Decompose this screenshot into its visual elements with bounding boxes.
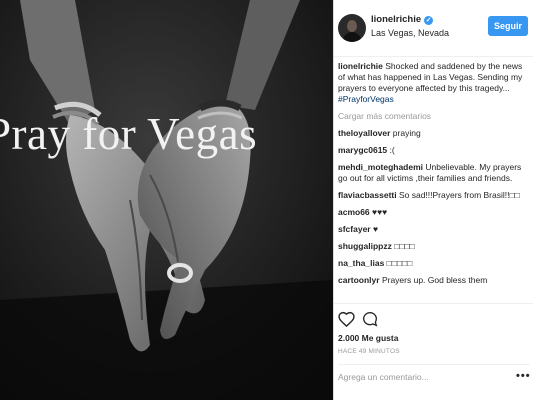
verified-badge-icon: ✓ [424,16,434,25]
username-label[interactable]: lionelrichie [371,14,421,25]
hands-photo-art [0,0,333,400]
comment-text: :( [387,145,395,155]
comments-list[interactable]: lionelrichie Shocked and saddened by the… [338,61,530,301]
comment-username[interactable]: shuggalippzz [338,241,392,251]
comment-username[interactable]: cartoonlyr [338,275,380,285]
comment-item: marygc0615 :( [338,145,530,156]
comment-text: So sad!!!Prayers from Brasil!!□□ [396,190,520,200]
comment-item: mehdi_moteghademi Unbelievable. My praye… [338,162,530,184]
comment-bubble-icon[interactable] [362,311,378,327]
comment-text: Prayers up. God bless them [379,275,488,285]
post-header: lionelrichie ✓ Las Vegas, Nevada Seguir [334,0,533,57]
comment-item: shuggalippzz □□□□ [338,241,530,252]
comment-item: flaviacbassetti So sad!!!Prayers from Br… [338,190,530,201]
photo-text-overlay: Pray for Vegas [0,109,258,159]
comment-text: □□□□ [391,241,415,251]
comment-text: ♥ [370,224,379,234]
comment-item: na_tha_lias □□□□□ [338,258,530,269]
likes-count[interactable]: 2.000 Me gusta [338,333,398,343]
comment-item: cartoonlyr Prayers up. God bless them [338,275,530,286]
post-caption: lionelrichie Shocked and saddened by the… [338,61,530,105]
post-photo[interactable]: Pray for Vegas [0,0,333,400]
comment-item: sfcfayer ♥ [338,224,530,235]
comment-text: ♥♥♥ [369,207,388,217]
post-timestamp: HACE 49 MINUTOS [338,348,400,355]
post-actions [338,311,398,327]
comment-username[interactable]: theloyallover [338,128,390,138]
comment-text: praying [390,128,421,138]
post-author[interactable]: lionelrichie ✓ [371,14,434,25]
instagram-post: Pray for Vegas lionelrichie ✓ Las Vegas, … [0,0,533,400]
avatar[interactable] [338,14,366,42]
post-side-panel: lionelrichie ✓ Las Vegas, Nevada Seguir l… [333,0,533,400]
comment-username[interactable]: na_tha_lias [338,258,384,268]
load-more-comments-link[interactable]: Cargar más comentarios [338,111,530,122]
more-options-icon[interactable]: ••• [516,370,531,382]
heart-icon[interactable] [338,311,355,327]
follow-button[interactable]: Seguir [488,16,528,36]
location-link[interactable]: Las Vegas, Nevada [371,28,449,38]
comment-username[interactable]: sfcfayer [338,224,371,234]
comment-username[interactable]: flaviacbassetti [338,190,397,200]
comment-username[interactable]: mehdi_moteghademi [338,162,423,172]
hashtag-link[interactable]: #PrayforVegas [338,94,394,104]
divider [334,303,533,304]
comment-username[interactable]: acmo66 [338,207,370,217]
comment-username[interactable]: marygc0615 [338,145,387,155]
comment-item: theloyallover praying [338,128,530,139]
divider [338,364,530,365]
comment-text: □□□□□ [384,258,413,268]
comment-item: acmo66 ♥♥♥ [338,207,530,218]
comment-input[interactable] [338,372,498,382]
caption-username[interactable]: lionelrichie [338,61,383,71]
